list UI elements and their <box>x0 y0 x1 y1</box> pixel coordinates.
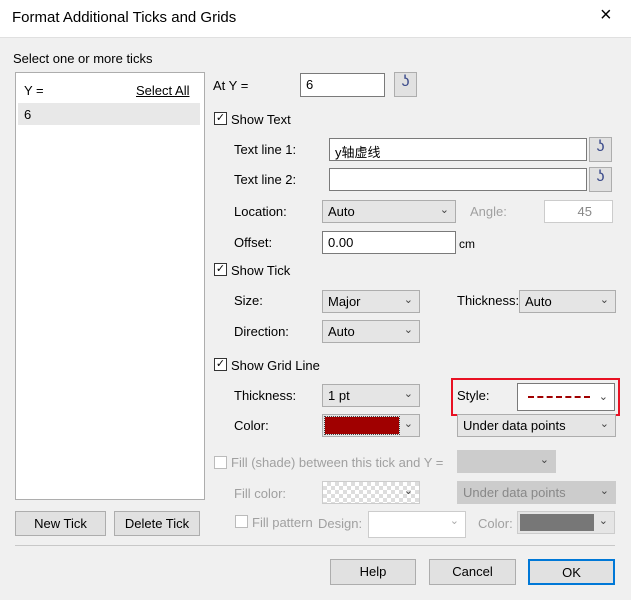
tick-thickness-label: Thickness: <box>457 293 520 308</box>
pick-value-button[interactable]: ʖ <box>394 72 417 97</box>
style-label: Style: <box>457 388 490 403</box>
design-label: Design: <box>318 516 363 531</box>
at-y-label: At Y = <box>213 78 249 93</box>
chevron-down-icon: ⌄ <box>403 388 413 400</box>
show-text-checkbox[interactable]: ✓ <box>214 112 227 125</box>
text-line1-pick-button[interactable]: ʖ <box>589 137 612 162</box>
fill-to-select[interactable]: ⌄ <box>457 450 556 473</box>
angle-label: Angle: <box>470 204 507 219</box>
ok-button[interactable]: OK <box>528 559 615 585</box>
show-text-label: Show Text <box>231 112 291 127</box>
text-line1-input[interactable]: y轴虚线 <box>329 138 587 161</box>
chevron-down-icon: ⌄ <box>403 418 413 430</box>
fill-color-label: Fill color: <box>234 486 287 501</box>
grid-layer-select[interactable]: Under data points ⌄ <box>457 414 616 437</box>
direction-label: Direction: <box>234 324 289 339</box>
fill-pattern-checkbox[interactable] <box>235 515 248 528</box>
chevron-down-icon: ⌄ <box>599 294 609 306</box>
location-value: Auto <box>328 204 355 219</box>
chevron-down-icon: ⌄ <box>598 391 608 403</box>
cancel-button[interactable]: Cancel <box>429 559 516 585</box>
text-line1-label: Text line 1: <box>234 142 297 157</box>
chevron-down-icon: ⌄ <box>449 515 459 527</box>
color-swatch <box>324 416 400 435</box>
pattern-swatch <box>520 514 594 531</box>
fill-pattern-label: Fill pattern <box>252 515 313 530</box>
chevron-down-icon: ⌄ <box>599 418 609 430</box>
size-value: Major <box>328 294 361 309</box>
grid-thickness-value: 1 pt <box>328 388 350 403</box>
color-label: Color: <box>234 418 269 433</box>
chevron-down-icon: ⌄ <box>403 324 413 336</box>
dialog-title: Format Additional Ticks and Grids <box>12 9 237 26</box>
style-select[interactable]: ⌄ <box>517 383 615 411</box>
select-all-link[interactable]: Select All <box>136 83 189 98</box>
chevron-down-icon: ⌄ <box>599 485 609 497</box>
chevron-down-icon: ⌄ <box>403 294 413 306</box>
pattern-color-select[interactable]: ⌄ <box>517 511 615 534</box>
dashed-line-preview <box>528 396 590 398</box>
show-grid-label: Show Grid Line <box>231 358 320 373</box>
chevron-down-icon: ⌄ <box>439 204 449 216</box>
separator <box>15 545 615 546</box>
design-select[interactable]: ⌄ <box>368 511 466 538</box>
text-line2-input[interactable] <box>329 168 587 191</box>
pattern-color-label: Color: <box>478 516 513 531</box>
select-ticks-label: Select one or more ticks <box>13 51 153 66</box>
delete-tick-button[interactable]: Delete Tick <box>114 511 200 536</box>
direction-select[interactable]: Auto ⌄ <box>322 320 420 343</box>
size-select[interactable]: Major ⌄ <box>322 290 420 313</box>
list-item[interactable]: 6 <box>18 103 200 125</box>
grid-thickness-label: Thickness: <box>234 388 297 403</box>
fill-color-select[interactable]: ⌄ <box>322 481 420 504</box>
grid-layer-value: Under data points <box>463 418 566 433</box>
show-tick-label: Show Tick <box>231 263 291 278</box>
at-y-input[interactable]: 6 <box>300 73 385 97</box>
offset-input[interactable]: 0.00 <box>322 231 456 254</box>
chevron-down-icon: ⌄ <box>539 454 549 466</box>
offset-unit: cm <box>459 237 475 251</box>
location-select[interactable]: Auto ⌄ <box>322 200 456 223</box>
show-grid-checkbox[interactable]: ✓ <box>214 358 227 371</box>
fill-layer-value: Under data points <box>463 485 566 500</box>
chevron-down-icon: ⌄ <box>403 485 413 497</box>
new-tick-button[interactable]: New Tick <box>15 511 106 536</box>
list-header: Y = <box>24 83 44 98</box>
location-label: Location: <box>234 204 287 219</box>
size-label: Size: <box>234 293 263 308</box>
fill-shade-label: Fill (shade) between this tick and Y = <box>231 455 444 470</box>
text-line2-pick-button[interactable]: ʖ <box>589 167 612 192</box>
fill-layer-select[interactable]: Under data points ⌄ <box>457 481 616 504</box>
close-icon[interactable]: × <box>600 4 612 27</box>
direction-value: Auto <box>328 324 355 339</box>
tick-thickness-select[interactable]: Auto ⌄ <box>519 290 616 313</box>
list-item-label: 6 <box>24 107 32 122</box>
text-line2-label: Text line 2: <box>234 172 297 187</box>
tick-list[interactable]: Y = Select All 6 <box>15 72 205 500</box>
fill-shade-checkbox[interactable] <box>214 456 227 469</box>
tick-thickness-value: Auto <box>525 294 552 309</box>
grid-thickness-select[interactable]: 1 pt ⌄ <box>322 384 420 407</box>
offset-label: Offset: <box>234 235 273 250</box>
color-select[interactable]: ⌄ <box>322 414 420 437</box>
show-tick-checkbox[interactable]: ✓ <box>214 263 227 276</box>
angle-spinner[interactable]: 45 <box>544 200 613 223</box>
chevron-down-icon: ⌄ <box>598 515 608 527</box>
help-button[interactable]: Help <box>330 559 416 585</box>
